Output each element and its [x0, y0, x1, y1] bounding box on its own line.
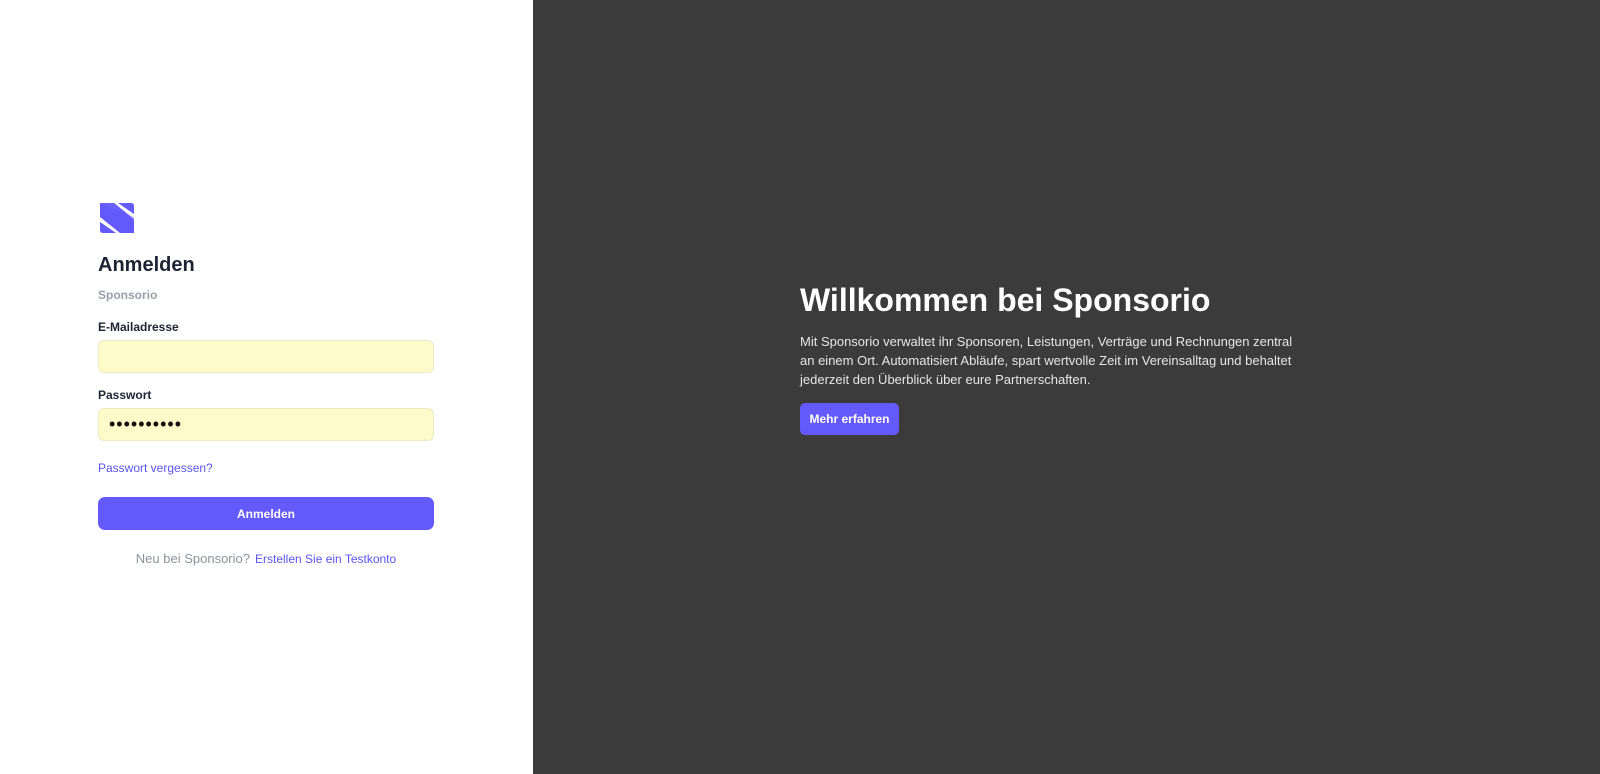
login-form: Anmelden Sponsorio E-Mailadresse Passwor… — [98, 201, 434, 567]
page-subtitle: Sponsorio — [98, 288, 158, 302]
welcome-hero: Willkommen bei Sponsorio Mit Sponsorio v… — [800, 280, 1320, 435]
password-label: Passwort — [98, 388, 152, 402]
signup-link[interactable]: Erstellen Sie ein Testkonto — [255, 552, 396, 566]
email-label: E-Mailadresse — [98, 320, 179, 334]
welcome-title: Willkommen bei Sponsorio — [800, 282, 1211, 318]
welcome-panel: Willkommen bei Sponsorio Mit Sponsorio v… — [533, 0, 1600, 774]
sponsorio-logo-icon — [100, 203, 134, 233]
page-title: Anmelden — [98, 254, 195, 276]
forgot-password-link[interactable]: Passwort vergessen? — [98, 461, 213, 475]
login-page: Anmelden Sponsorio E-Mailadresse Passwor… — [0, 0, 1600, 774]
password-field[interactable]: •••••••••• — [98, 408, 434, 441]
login-panel: Anmelden Sponsorio E-Mailadresse Passwor… — [0, 0, 533, 774]
login-button[interactable]: Anmelden — [98, 497, 434, 530]
email-field[interactable] — [98, 340, 434, 373]
signup-row: Neu bei Sponsorio? Erstellen Sie ein Test… — [98, 551, 434, 567]
signup-prompt: Neu bei Sponsorio? — [135, 551, 250, 566]
learn-more-button[interactable]: Mehr erfahren — [800, 403, 899, 435]
welcome-text: Mit Sponsorio verwaltet ihr Sponsoren, L… — [800, 334, 1293, 387]
